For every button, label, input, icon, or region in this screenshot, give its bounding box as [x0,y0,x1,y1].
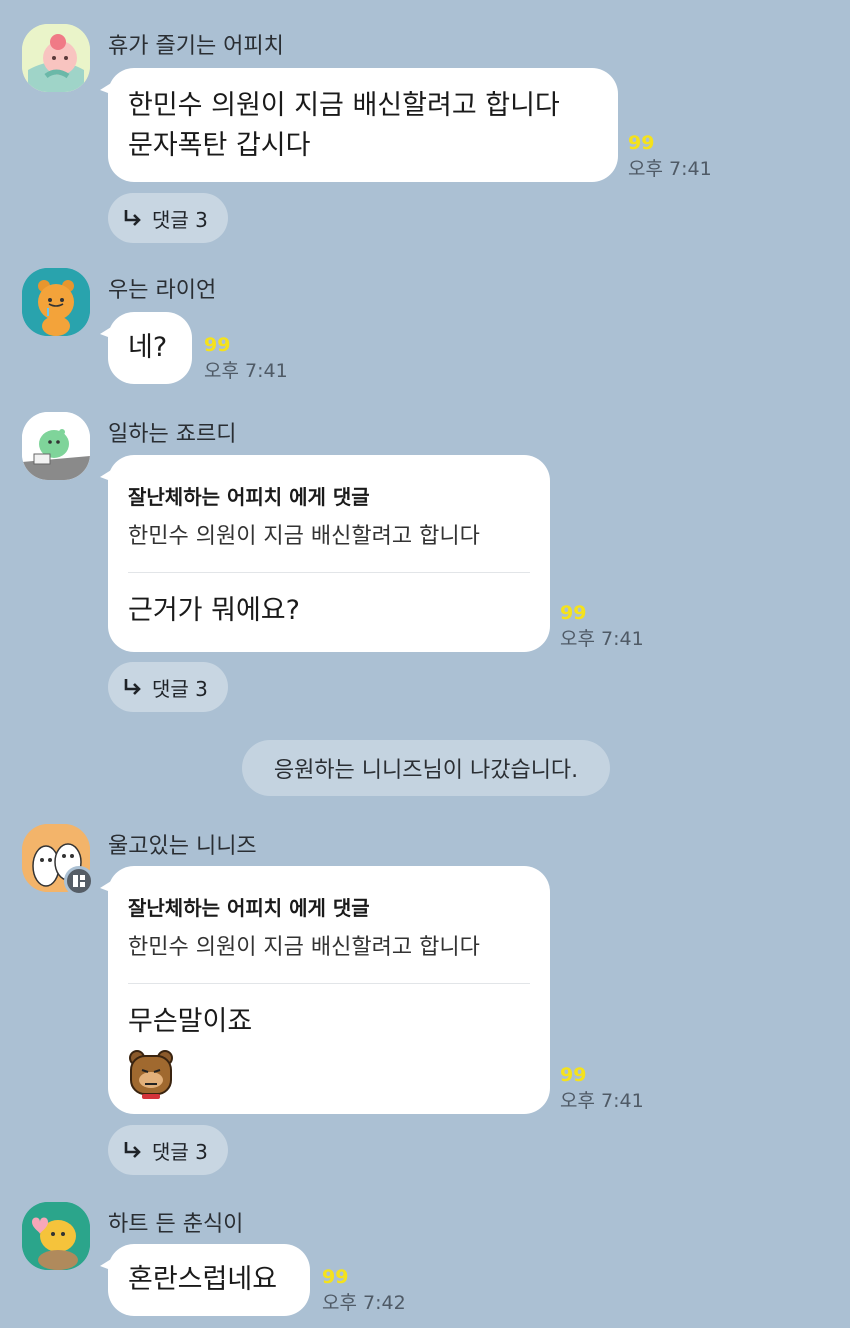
timestamp: 오후 7:41 [628,158,712,180]
sender-name: 우는 라이언 [108,278,217,303]
profile-badge-icon [64,866,94,896]
quote-author: 잘난체하는 어피치 에게 댓글 [128,485,370,509]
unread-count: 99 [628,132,655,154]
choonsik-avatar-icon [22,1202,90,1270]
reply-thread-button[interactable]: 댓글 3 [108,1125,228,1175]
message-text-line: 혼란스럽네요 [128,1264,278,1295]
reply-count-label: 댓글 3 [152,676,208,701]
sender-name: 하트 든 춘식이 [108,1212,244,1237]
timestamp: 오후 7:42 [322,1292,406,1314]
system-notice-text: 응원하는 니니즈님이 나갔습니다. [273,758,579,783]
message-meta: 99 오후 7:42 [322,1266,406,1318]
avatar-ryan[interactable] [22,268,90,336]
avatar-apeach[interactable] [22,24,90,92]
jordy-avatar-icon [22,412,90,480]
avatar-choonsik[interactable] [22,1202,90,1270]
reply-arrow-icon [124,1142,141,1158]
reply-count-label: 댓글 3 [152,1139,208,1164]
message-bubble[interactable]: 한민수 의원이 지금 배신할려고 합니다 문자폭탄 갑시다 [100,68,618,182]
message-text-line: 한민수 의원이 지금 배신할려고 합니다 [128,90,560,121]
sender-name: 일하는 죠르디 [108,422,237,447]
message-bubble[interactable]: 잘난체하는 어피치 에게 댓글 한민수 의원이 지금 배신할려고 합니다 근거가… [100,455,550,652]
message-text-line: 무슨말이죠 [128,1006,253,1037]
message-bubble[interactable]: 잘난체하는 어피치 에게 댓글 한민수 의원이 지금 배신할려고 합니다 무슨말… [100,866,550,1114]
avatar-jordy[interactable] [22,412,90,480]
message-meta: 99 오후 7:41 [628,132,712,184]
message-text-line: 문자폭탄 갑시다 [128,130,311,161]
message-bubble[interactable]: 네? [100,312,192,384]
reply-thread-button[interactable]: 댓글 3 [108,193,228,243]
ryan-avatar-icon [22,268,90,336]
apeach-avatar-icon [22,24,90,92]
bear-sticker-icon [129,1050,173,1099]
quote-text: 한민수 의원이 지금 배신할려고 합니다 [128,935,480,960]
system-notice: 응원하는 니니즈님이 나갔습니다. [242,740,610,796]
timestamp: 오후 7:41 [204,360,288,382]
sender-name: 울고있는 니니즈 [108,834,257,859]
reply-arrow-icon [124,679,141,695]
quote-divider [128,572,530,573]
unread-count: 99 [560,1064,587,1086]
message-text-line: 네? [128,332,168,363]
message-meta: 99 오후 7:41 [560,602,644,654]
reply-count-label: 댓글 3 [152,207,208,232]
message-meta: 99 오후 7:41 [204,334,288,386]
quote-divider [128,983,530,984]
message-text-line: 근거가 뭐에요? [128,595,300,626]
timestamp: 오후 7:41 [560,628,644,650]
reply-arrow-icon [124,210,141,226]
message-meta: 99 오후 7:41 [560,1064,644,1116]
sender-name: 휴가 즐기는 어피치 [108,34,284,59]
message-bubble[interactable]: 혼란스럽네요 [100,1244,310,1316]
unread-count: 99 [322,1266,349,1288]
unread-count: 99 [204,334,231,356]
reply-thread-button[interactable]: 댓글 3 [108,662,228,712]
quote-author: 잘난체하는 어피치 에게 댓글 [128,896,370,920]
timestamp: 오후 7:41 [560,1090,644,1112]
unread-count: 99 [560,602,587,624]
quote-text: 한민수 의원이 지금 배신할려고 합니다 [128,524,480,549]
